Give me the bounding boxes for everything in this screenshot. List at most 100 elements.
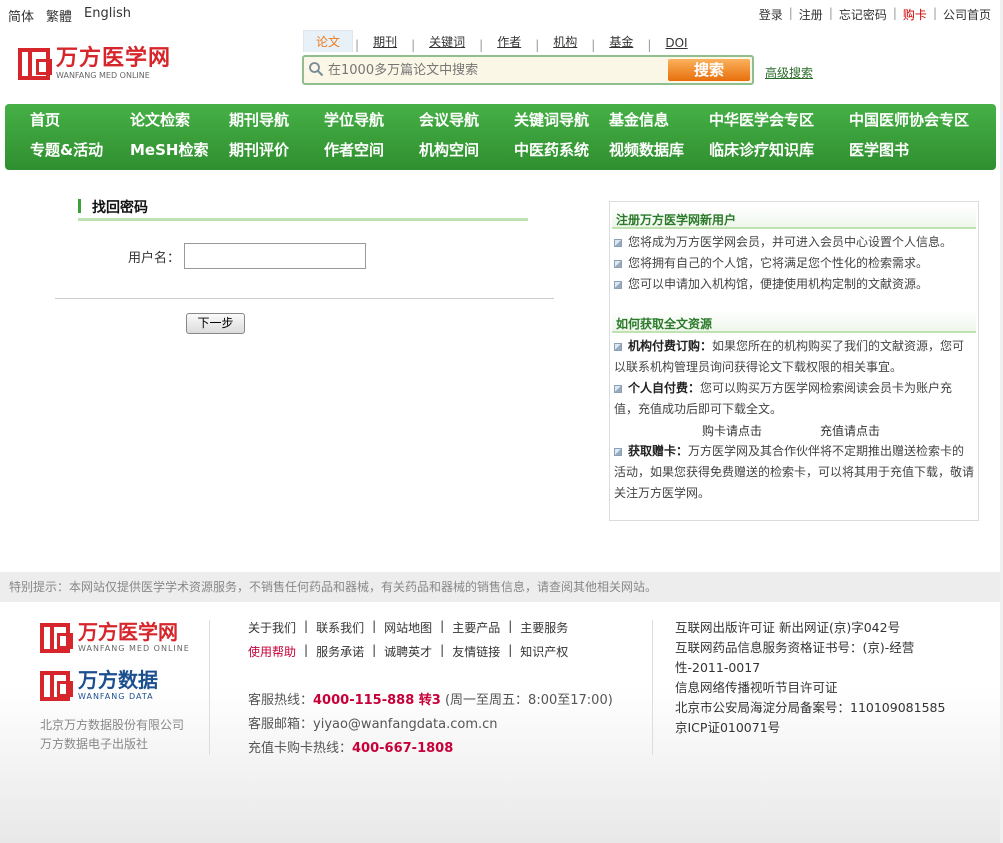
ip-link[interactable]: 知识产权 <box>520 643 568 660</box>
footer-logo-med-english: WANFANG MED ONLINE <box>78 644 190 653</box>
next-button[interactable]: 下一步 <box>186 313 245 334</box>
email-line: 客服邮箱：yiyao@wanfangdata.com.cn <box>248 713 498 732</box>
license-info: 互联网出版许可证 新出网证(京)字042号 互联网药品信息服务资格证书号：(京)… <box>675 618 965 738</box>
nav-journal-evaluation[interactable]: 期刊评价 <box>229 138 289 162</box>
search-box: 搜索 <box>302 55 754 85</box>
footer-logo-data-english: WANFANG DATA <box>78 692 154 701</box>
nav-clinical-knowledge[interactable]: 临床诊疗知识库 <box>709 138 814 162</box>
nav-institution-space[interactable]: 机构空间 <box>419 138 479 162</box>
tab-fund[interactable]: 基金 <box>597 31 645 52</box>
footer: 万方医学网 WANFANG MED ONLINE 万方数据 WANFANG DA… <box>0 602 1003 843</box>
lang-traditional[interactable]: 繁體 <box>46 6 72 25</box>
tab-doi[interactable]: DOI <box>653 34 699 52</box>
bullet-icon <box>614 448 622 456</box>
help-link[interactable]: 使用帮助 <box>248 643 296 660</box>
register-benefit-text: 您将成为万方医学网会员，并可进入会员中心设置个人信息。 <box>628 235 953 249</box>
license-5: 京ICP证010071号 <box>675 720 781 735</box>
register-section-title: 注册万方医学网新用户 <box>616 213 737 227</box>
footer-logo-data[interactable]: 万方数据 WANFANG DATA <box>40 670 158 701</box>
form-header: 找回密码 <box>78 197 528 221</box>
separator: | <box>440 619 445 633</box>
nav-row-1: 首页 论文检索 期刊导航 学位导航 会议导航 关键词导航 基金信息 中华医学会专… <box>5 108 996 138</box>
separator: | <box>508 643 513 657</box>
lang-english[interactable]: English <box>84 6 131 25</box>
advanced-search-link[interactable]: 高级搜索 <box>765 64 813 81</box>
nav-keyword-guide[interactable]: 关键词导航 <box>514 108 589 132</box>
main-services-link[interactable]: 主要服务 <box>520 619 568 636</box>
site-logo[interactable]: 万方医学网 WANFANG MED ONLINE <box>18 48 171 80</box>
institution-label: 机构付费订购： <box>628 339 713 353</box>
username-input[interactable] <box>184 243 366 269</box>
bullet-icon <box>614 385 622 393</box>
nav-paper-search[interactable]: 论文检索 <box>130 108 190 132</box>
recharge-click[interactable]: 充值请点击 <box>820 422 880 439</box>
email-address[interactable]: yiyao@wanfangdata.com.cn <box>313 717 498 732</box>
footer-logo-med-name: 万方医学网 <box>78 620 178 644</box>
tab-paper[interactable]: 论文 <box>303 30 354 52</box>
tab-journal[interactable]: 期刊 <box>361 31 409 52</box>
card-hotline-line: 充值卡购卡热线：400-667-1808 <box>248 737 453 756</box>
license-4: 北京市公安局海淀分局备案号：110109081585 <box>675 700 946 715</box>
company-home-link[interactable]: 公司首页 <box>943 6 991 23</box>
nav-conference-guide[interactable]: 会议导航 <box>419 108 479 132</box>
nav-cmda-zone[interactable]: 中国医师协会专区 <box>849 108 969 132</box>
logo-mark-icon <box>40 670 73 701</box>
contact-us-link[interactable]: 联系我们 <box>316 619 364 636</box>
register-link[interactable]: 注册 <box>799 6 823 23</box>
separator: | <box>828 6 833 20</box>
sitemap-link[interactable]: 网站地图 <box>384 619 432 636</box>
form-divider <box>55 298 554 299</box>
tab-institution[interactable]: 机构 <box>541 31 589 52</box>
nav-cma-zone[interactable]: 中华医学会专区 <box>709 108 814 132</box>
search-input[interactable] <box>328 60 666 80</box>
separator: | <box>788 6 793 20</box>
license-1: 互联网出版许可证 新出网证(京)字042号 <box>675 620 901 635</box>
nav-degree-guide[interactable]: 学位导航 <box>324 108 384 132</box>
tab-keyword[interactable]: 关键词 <box>417 31 477 52</box>
forgot-password-link[interactable]: 忘记密码 <box>839 6 887 23</box>
company-names: 北京万方数据股份有限公司 万方数据电子出版社 <box>40 716 184 754</box>
hotline-line: 客服热线：4000-115-888 转3 (周一至周五：8:00至17:00) <box>248 689 613 708</box>
buy-card-link[interactable]: 购卡 <box>903 6 927 23</box>
nav-fund-info[interactable]: 基金信息 <box>609 108 669 132</box>
personal-label: 个人自付费： <box>628 381 701 395</box>
gift-info: 获取赠卡：万方医学网及其合作伙伴将不定期推出赠送检索卡的活动，如果您获得免费赠送… <box>614 441 974 504</box>
tab-separator: | <box>591 38 596 52</box>
nav-home[interactable]: 首页 <box>30 108 60 132</box>
tab-author[interactable]: 作者 <box>485 31 533 52</box>
email-label: 客服邮箱： <box>248 717 314 732</box>
tab-separator: | <box>535 38 540 52</box>
nav-topics-activities[interactable]: 专题&活动 <box>30 138 103 162</box>
separator: | <box>304 643 309 657</box>
card-hotline-number: 400-667-1808 <box>352 741 454 756</box>
service-promise-link[interactable]: 服务承诺 <box>316 643 364 660</box>
form-title: 找回密码 <box>92 200 148 216</box>
logo-name: 万方医学网 <box>56 46 172 71</box>
main-products-link[interactable]: 主要产品 <box>452 619 500 636</box>
personal-info: 个人自付费：您可以购买万方医学网检索阅读会员卡为账户充值，充值成功后即可下载全文… <box>614 378 974 420</box>
about-us-link[interactable]: 关于我们 <box>248 619 296 636</box>
careers-link[interactable]: 诚聘英才 <box>384 643 432 660</box>
page: 简体 繁體 English 登录 | 注册 | 忘记密码 | 购卡 | 公司首页 万方医… <box>0 0 1003 843</box>
footer-divider <box>652 620 653 755</box>
separator: | <box>892 6 897 20</box>
lang-simplified[interactable]: 简体 <box>8 6 34 25</box>
footer-logo-med[interactable]: 万方医学网 WANFANG MED ONLINE <box>40 622 190 653</box>
nav-mesh-search[interactable]: MeSH检索 <box>130 138 208 162</box>
nav-medical-books[interactable]: 医学图书 <box>849 138 909 162</box>
buy-card-click[interactable]: 购卡请点击 <box>702 422 762 439</box>
institution-info: 机构付费订购：如果您所在的机构购买了我们的文献资源，您可以联系机构管理员询问获得… <box>614 336 974 378</box>
footer-links-row-2: 使用帮助 | 服务承诺 | 诚聘英才 | 友情链接 | 知识产权 <box>248 643 568 660</box>
separator: | <box>932 6 937 20</box>
company-name-2: 万方数据电子出版社 <box>40 737 149 751</box>
logo-english: WANFANG MED ONLINE <box>56 71 150 80</box>
nav-tcm-system[interactable]: 中医药系统 <box>514 138 589 162</box>
login-link[interactable]: 登录 <box>759 6 783 23</box>
friend-links-link[interactable]: 友情链接 <box>452 643 500 660</box>
top-links: 登录 | 注册 | 忘记密码 | 购卡 | 公司首页 <box>759 6 991 23</box>
license-3: 信息网络传播视听节目许可证 <box>675 680 838 695</box>
nav-video-database[interactable]: 视频数据库 <box>609 138 684 162</box>
search-button[interactable]: 搜索 <box>668 59 750 81</box>
nav-author-space[interactable]: 作者空间 <box>324 138 384 162</box>
nav-journal-guide[interactable]: 期刊导航 <box>229 108 289 132</box>
